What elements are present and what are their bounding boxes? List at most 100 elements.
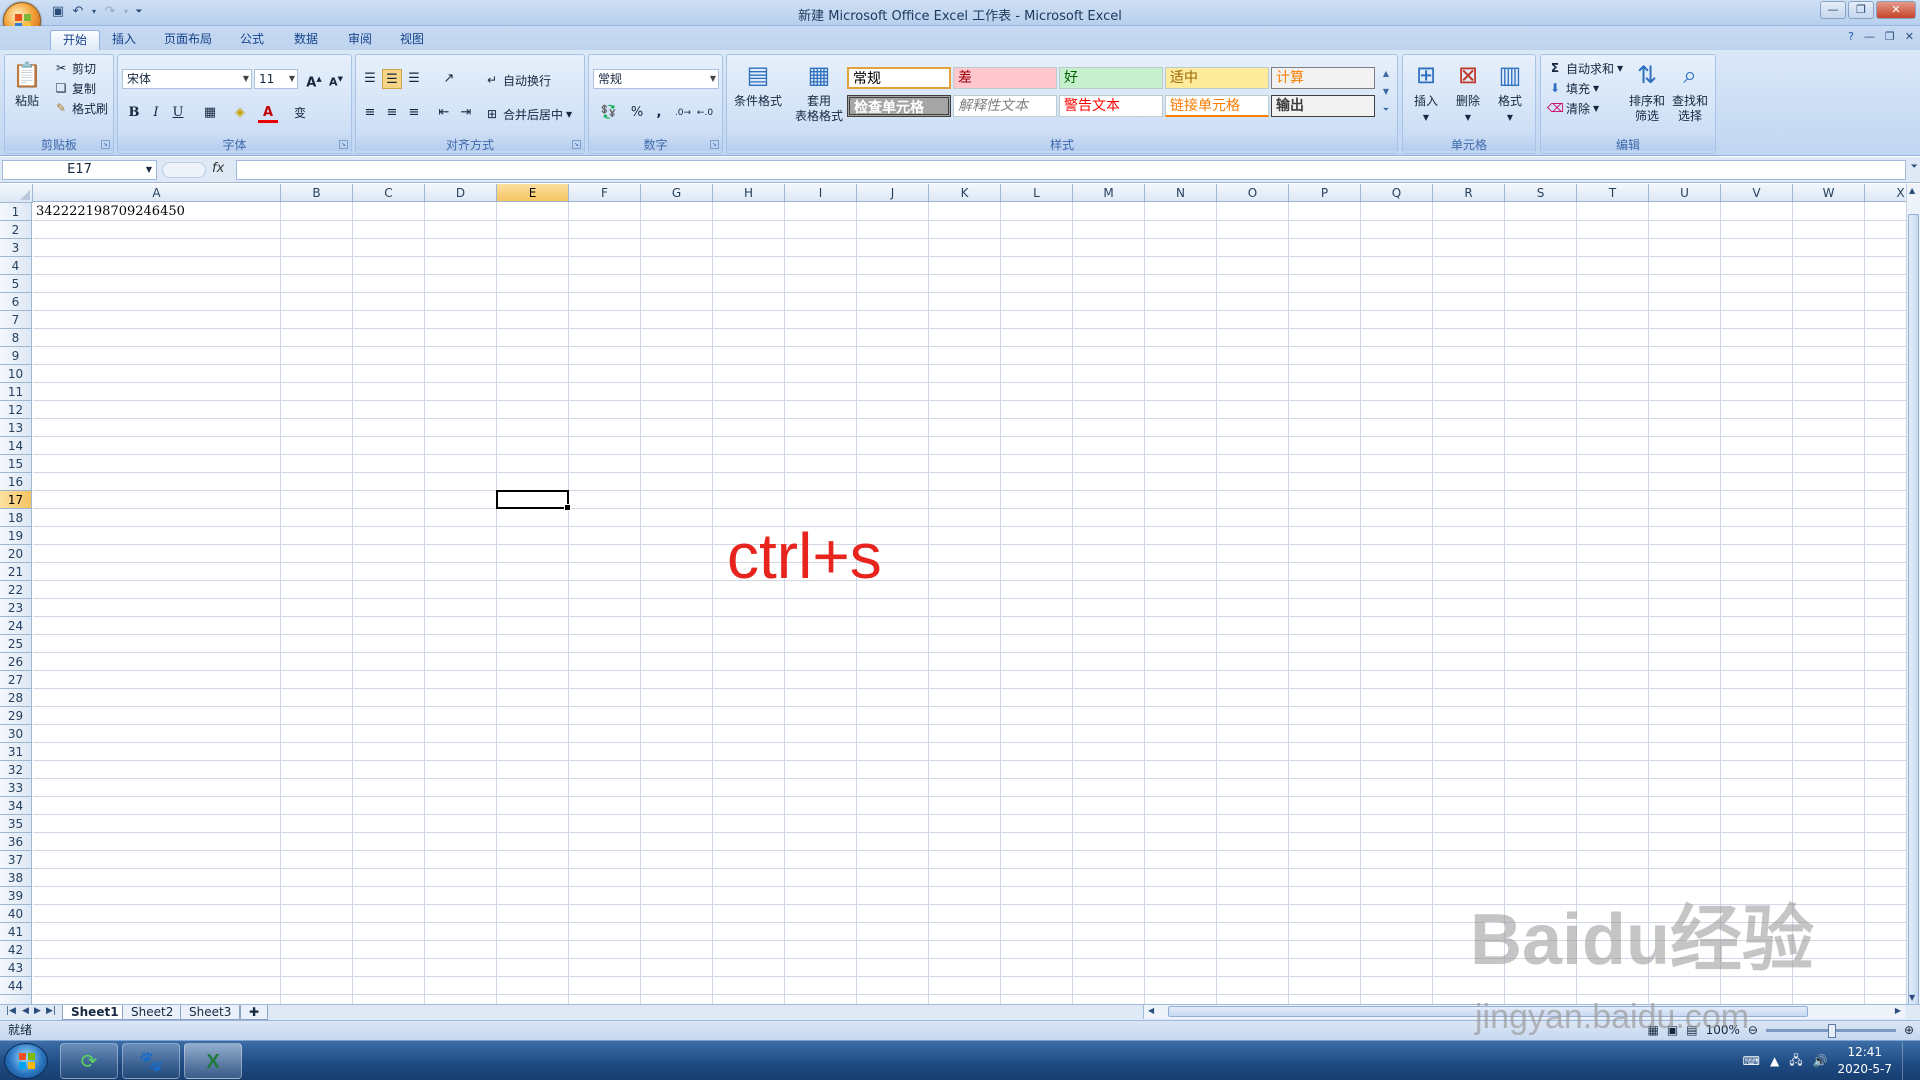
column-header-q[interactable]: Q — [1361, 184, 1433, 202]
column-header-f[interactable]: F — [569, 184, 641, 202]
column-header-s[interactable]: S — [1505, 184, 1577, 202]
row-header-10[interactable]: 10 — [0, 365, 32, 383]
row-header-42[interactable]: 42 — [0, 941, 32, 959]
row-header-21[interactable]: 21 — [0, 563, 32, 581]
row-header-5[interactable]: 5 — [0, 275, 32, 293]
save-icon[interactable]: ▣ — [50, 4, 66, 20]
keyboard-icon[interactable]: ⌨ — [1743, 1054, 1760, 1068]
close-button[interactable]: ✕ — [1876, 1, 1916, 19]
undo-icon[interactable]: ↶ — [70, 4, 86, 20]
column-header-c[interactable]: C — [353, 184, 425, 202]
style-check-cell[interactable]: 检查单元格 — [847, 95, 951, 117]
style-normal[interactable]: 常规 — [847, 67, 951, 89]
underline-button[interactable]: U — [168, 103, 188, 123]
row-header-43[interactable]: 43 — [0, 959, 32, 977]
conditional-format-button[interactable]: ▤ 条件格式 — [731, 59, 785, 109]
vertical-scroll-thumb[interactable] — [1908, 214, 1919, 1080]
column-header-d[interactable]: D — [425, 184, 497, 202]
row-header-17[interactable]: 17 — [0, 491, 32, 509]
number-format-select[interactable]: 常规 ▼ — [593, 69, 719, 89]
row-header-2[interactable]: 2 — [0, 221, 32, 239]
insert-cells-button[interactable]: ⊞ 插入 ▼ — [1407, 59, 1445, 125]
row-header-7[interactable]: 7 — [0, 311, 32, 329]
font-color-button[interactable]: A — [258, 103, 278, 123]
row-header-1[interactable]: 1 — [0, 203, 32, 221]
bold-button[interactable]: B — [124, 103, 144, 123]
decrease-decimal-button[interactable]: ←.0 — [695, 103, 715, 123]
sort-filter-button[interactable]: ⇅ 排序和 筛选 — [1627, 59, 1667, 124]
tab-view[interactable]: 视图 — [388, 30, 436, 50]
insert-function-button[interactable]: fx — [212, 161, 224, 176]
increase-decimal-button[interactable]: .0→ — [673, 103, 693, 123]
start-button[interactable] — [4, 1043, 48, 1079]
insert-sheet-button[interactable]: ✚ — [240, 1005, 268, 1020]
column-header-a[interactable]: A — [33, 184, 281, 202]
column-header-n[interactable]: N — [1145, 184, 1217, 202]
column-header-u[interactable]: U — [1649, 184, 1721, 202]
wrap-text-button[interactable]: ↵ 自动换行 — [484, 71, 551, 89]
column-header-i[interactable]: I — [785, 184, 857, 202]
row-header-31[interactable]: 31 — [0, 743, 32, 761]
column-header-w[interactable]: W — [1793, 184, 1865, 202]
sheet-tab-3[interactable]: Sheet3 — [180, 1005, 241, 1020]
align-middle-button[interactable]: ☰ — [382, 69, 402, 89]
column-header-x[interactable]: X — [1865, 184, 1906, 202]
row-header-33[interactable]: 33 — [0, 779, 32, 797]
column-header-e[interactable]: E — [497, 184, 569, 202]
row-header-40[interactable]: 40 — [0, 905, 32, 923]
row-header-26[interactable]: 26 — [0, 653, 32, 671]
row-header-8[interactable]: 8 — [0, 329, 32, 347]
last-sheet-icon[interactable]: ▶| — [46, 1006, 56, 1016]
taskbar-browser[interactable]: ⟳ — [60, 1043, 118, 1079]
column-header-t[interactable]: T — [1577, 184, 1649, 202]
style-output[interactable]: 输出 — [1271, 95, 1375, 117]
row-header-35[interactable]: 35 — [0, 815, 32, 833]
row-header-3[interactable]: 3 — [0, 239, 32, 257]
alignment-launcher-icon[interactable]: ↘ — [572, 140, 581, 149]
font-size-select[interactable]: 11 ▼ — [254, 69, 298, 89]
clear-button[interactable]: ⌫ 清除 ▼ — [1547, 99, 1599, 117]
first-sheet-icon[interactable]: |◀ — [6, 1006, 16, 1016]
style-calculation[interactable]: 计算 — [1271, 67, 1375, 89]
row-header-34[interactable]: 34 — [0, 797, 32, 815]
row-header-16[interactable]: 16 — [0, 473, 32, 491]
sheet-tab-1[interactable]: Sheet1 — [62, 1005, 128, 1020]
sheet-tab-2[interactable]: Sheet2 — [122, 1005, 183, 1020]
fill-button[interactable]: ⬇ 填充 ▼ — [1547, 79, 1599, 97]
currency-button[interactable]: 💱 — [595, 103, 623, 123]
align-left-button[interactable]: ≡ — [360, 103, 380, 123]
scroll-up-icon[interactable]: ▲ — [1379, 65, 1393, 83]
zoom-in-icon[interactable]: ⊕ — [1904, 1021, 1914, 1040]
column-header-o[interactable]: O — [1217, 184, 1289, 202]
row-header-30[interactable]: 30 — [0, 725, 32, 743]
zoom-slider[interactable] — [1765, 1024, 1896, 1038]
style-warning[interactable]: 警告文本 — [1059, 95, 1163, 117]
help-icon[interactable]: ? — [1848, 30, 1854, 43]
undo-dropdown-icon[interactable]: ▾ — [90, 4, 98, 20]
autosum-button[interactable]: Σ 自动求和 ▼ — [1547, 59, 1623, 77]
column-header-j[interactable]: J — [857, 184, 929, 202]
row-header-45[interactable] — [0, 995, 32, 1004]
row-header-37[interactable]: 37 — [0, 851, 32, 869]
orientation-button[interactable]: ↗ — [434, 69, 464, 89]
volume-icon[interactable]: 🔊 — [1813, 1054, 1828, 1068]
style-good[interactable]: 好 — [1059, 67, 1163, 89]
number-launcher-icon[interactable]: ↘ — [710, 140, 719, 149]
row-header-6[interactable]: 6 — [0, 293, 32, 311]
taskbar-clock[interactable]: 12:41 2020-5-7 — [1838, 1044, 1892, 1078]
tab-formulas[interactable]: 公式 — [228, 30, 276, 50]
row-header-19[interactable]: 19 — [0, 527, 32, 545]
row-header-39[interactable]: 39 — [0, 887, 32, 905]
row-header-38[interactable]: 38 — [0, 869, 32, 887]
column-header-g[interactable]: G — [641, 184, 713, 202]
row-header-11[interactable]: 11 — [0, 383, 32, 401]
style-neutral[interactable]: 适中 — [1165, 67, 1269, 89]
column-header-v[interactable]: V — [1721, 184, 1793, 202]
next-sheet-icon[interactable]: ▶ — [34, 1006, 41, 1016]
row-header-25[interactable]: 25 — [0, 635, 32, 653]
row-header-24[interactable]: 24 — [0, 617, 32, 635]
name-box[interactable]: E17 ▼ — [2, 160, 157, 180]
doc-restore-icon[interactable]: ❐ — [1885, 30, 1895, 43]
align-top-button[interactable]: ☰ — [360, 69, 380, 89]
active-cell-e17[interactable] — [496, 490, 571, 511]
